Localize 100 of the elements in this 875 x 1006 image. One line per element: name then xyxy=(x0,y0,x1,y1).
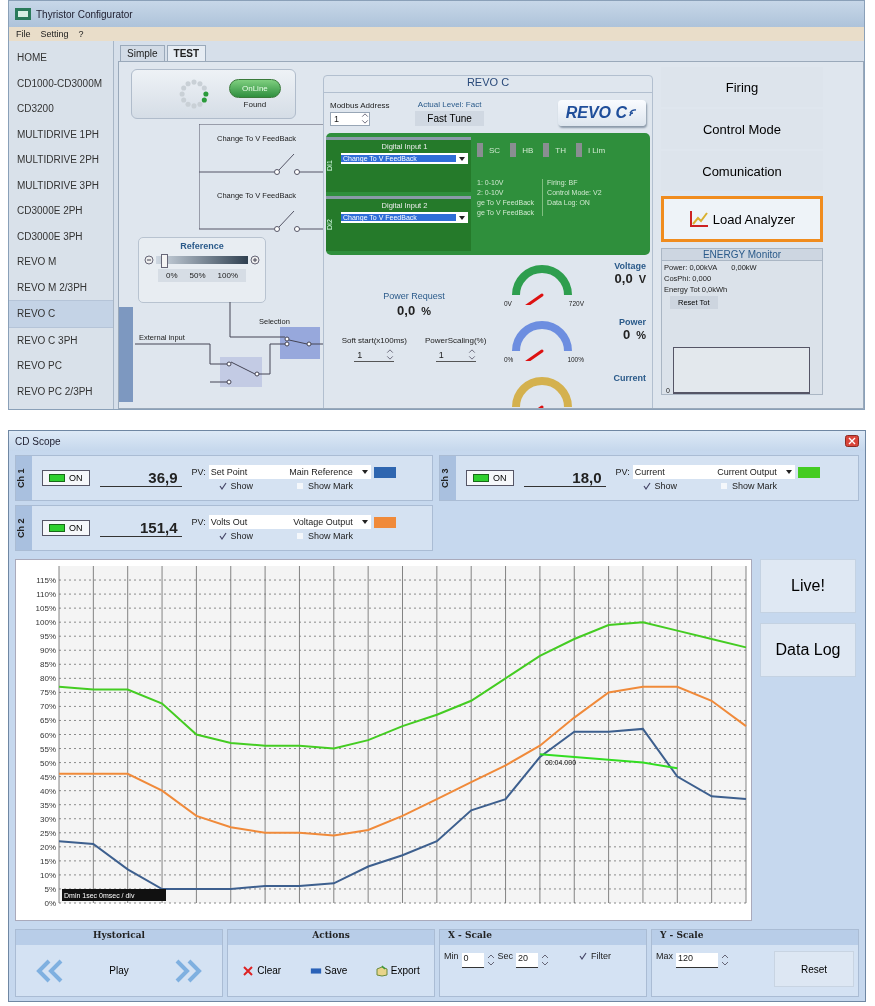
modbus-field[interactable]: 1 xyxy=(330,111,370,126)
action-button[interactable]: Clear xyxy=(236,963,288,978)
close-icon[interactable] xyxy=(845,435,859,447)
on-toggle[interactable]: ON xyxy=(42,520,90,536)
window-title: Thyristor Configurator xyxy=(36,8,133,20)
sidebar-item[interactable]: REVO M xyxy=(9,249,113,275)
y-tick-label: 10% xyxy=(40,870,56,880)
min-label: Min xyxy=(444,951,459,961)
sidebar-item[interactable]: MULTIDRIVE 3PH xyxy=(9,172,113,198)
check-icon xyxy=(641,481,652,491)
check-icon xyxy=(295,481,305,491)
sidebar-item[interactable]: CD3000E 2PH xyxy=(9,198,113,224)
sidebar-item[interactable]: REVO M 2/3PH xyxy=(9,274,113,300)
channel-label: Ch 1 xyxy=(16,456,32,500)
caret-icon[interactable] xyxy=(458,214,466,221)
tab[interactable]: TEST xyxy=(166,45,207,61)
meter-value: 0,0 xyxy=(614,271,633,286)
y-tick-label: 0% xyxy=(44,899,56,908)
action-button[interactable]: Save xyxy=(303,963,354,978)
tab[interactable]: Simple xyxy=(120,45,165,61)
show-checkbox[interactable]: Show xyxy=(217,481,253,491)
meter-label: Power xyxy=(619,317,646,327)
alarm-label: HB xyxy=(522,145,534,155)
spin-arrows-icon[interactable] xyxy=(486,953,495,967)
y-tick-label: 90% xyxy=(40,646,56,656)
energy-title: ENERGY Monitor xyxy=(662,249,822,261)
show-mark-checkbox[interactable]: Show Mark xyxy=(295,481,354,491)
color-swatch[interactable] xyxy=(797,466,820,478)
window-title: CD Scope xyxy=(15,435,61,447)
min-field[interactable]: 0 xyxy=(461,953,484,968)
slider-thumb[interactable] xyxy=(160,254,168,268)
y-tick-label: 40% xyxy=(40,786,56,796)
reset-button[interactable]: Reset xyxy=(774,951,854,987)
spin-arrows-icon[interactable] xyxy=(467,348,476,361)
sidebar-item[interactable]: REVO C xyxy=(9,300,113,328)
reference-title: Reference xyxy=(180,241,224,251)
sidebar-item[interactable]: REVO C 3PH xyxy=(9,327,113,353)
fast-tune-button[interactable]: Fast Tune xyxy=(415,111,484,126)
spin-arrows-icon[interactable] xyxy=(721,953,729,967)
sidebar-item[interactable]: CD3000E 3PH xyxy=(9,223,113,249)
play-button[interactable]: Play xyxy=(103,964,135,977)
show-mark-checkbox[interactable]: Show Mark xyxy=(295,531,354,541)
sec-field[interactable]: 20 xyxy=(516,953,539,968)
signal-dropdown[interactable]: Set Point Main Reference xyxy=(208,465,371,479)
meter-label: Current xyxy=(613,373,646,383)
reference-slider[interactable] xyxy=(144,255,260,265)
scrollbar[interactable] xyxy=(119,307,133,402)
spin-field[interactable]: 1 xyxy=(435,348,476,362)
y-tick-label: 65% xyxy=(40,716,56,726)
y-tick-label: 110% xyxy=(36,590,56,600)
color-swatch[interactable] xyxy=(373,516,396,528)
unit-label: % xyxy=(421,305,431,317)
y-tick-label: 105% xyxy=(35,604,56,614)
show-mark-checkbox[interactable]: Show Mark xyxy=(719,481,778,491)
caret-icon[interactable] xyxy=(360,519,369,525)
menu-item[interactable]: Setting xyxy=(39,29,70,39)
signal-dropdown[interactable]: Volts Out Voltage Output xyxy=(208,515,371,529)
sidebar-item[interactable]: CD1000-CD3000M xyxy=(9,70,113,96)
on-toggle[interactable]: ON xyxy=(42,470,90,486)
sidebar-item[interactable]: CD3200 xyxy=(9,96,113,122)
alarm-led xyxy=(510,143,517,157)
sidebar-item[interactable]: MULTIDRIVE 1PH xyxy=(9,121,113,147)
sidebar-item[interactable]: REVO PC xyxy=(9,353,113,379)
spin-arrows-icon[interactable] xyxy=(541,953,550,967)
signal-dropdown[interactable]: Current Current Output xyxy=(632,465,795,479)
y-tick-label: 15% xyxy=(40,856,56,866)
sidebar-item[interactable]: MULTIDRIVE 2PH xyxy=(9,147,113,173)
sidebar-item[interactable]: REVO PC 2/3PH xyxy=(9,378,113,404)
spin-arrows-icon[interactable] xyxy=(386,348,395,361)
caret-icon[interactable] xyxy=(458,155,466,162)
side-button[interactable]: Live! xyxy=(760,559,856,613)
y-tick-label: 85% xyxy=(40,660,56,670)
action-button[interactable]: Export xyxy=(369,963,426,978)
alarm-led xyxy=(477,143,483,157)
y-tick-label: 55% xyxy=(40,744,56,754)
unit-label: % xyxy=(636,329,646,341)
spinner-icon xyxy=(177,77,211,111)
side-button[interactable]: Data Log xyxy=(760,623,856,677)
check-icon xyxy=(217,531,228,541)
spin-field[interactable]: 1 xyxy=(354,348,395,362)
menu-button[interactable]: Load Analyzer xyxy=(661,196,823,242)
minus-icon[interactable] xyxy=(144,255,154,265)
unit-label: V xyxy=(638,273,646,285)
caret-icon[interactable] xyxy=(360,469,369,475)
menu-item[interactable]: File xyxy=(15,29,32,39)
max-field[interactable]: 120 xyxy=(676,953,718,968)
plus-icon[interactable] xyxy=(250,255,260,265)
spin-arrows-icon[interactable] xyxy=(361,112,369,125)
alarm-led xyxy=(543,143,550,157)
caret-icon[interactable] xyxy=(784,469,793,475)
filter-checkbox[interactable]: Filter xyxy=(578,951,612,961)
on-toggle[interactable]: ON xyxy=(466,470,514,486)
modbus-label: Modbus Address xyxy=(330,100,390,110)
max-label: Max xyxy=(656,951,673,961)
led-icon xyxy=(49,474,65,482)
show-checkbox[interactable]: Show xyxy=(217,531,253,541)
color-swatch[interactable] xyxy=(373,466,396,478)
sidebar-item[interactable]: HOME xyxy=(9,45,113,71)
menu-item[interactable]: ? xyxy=(77,29,85,39)
show-checkbox[interactable]: Show xyxy=(641,481,677,491)
